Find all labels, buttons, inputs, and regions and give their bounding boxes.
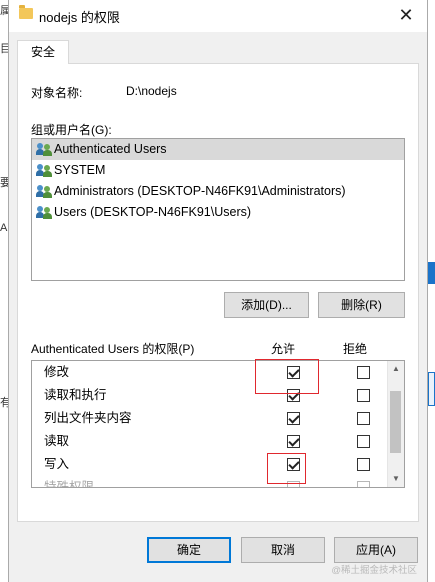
deny-checkbox[interactable] bbox=[357, 389, 370, 402]
deny-checkbox[interactable] bbox=[357, 412, 370, 425]
permission-name: 读取 bbox=[44, 434, 70, 448]
folder-icon bbox=[19, 5, 33, 19]
permissions-label: Authenticated Users 的权限(P) bbox=[31, 342, 195, 356]
group-user-label: 组或用户名(G): bbox=[31, 123, 112, 137]
dialog-title: nodejs 的权限 bbox=[39, 10, 120, 25]
permission-name: 列出文件夹内容 bbox=[44, 411, 132, 425]
user-list[interactable]: Authenticated Users SYSTEM Administrator… bbox=[31, 138, 405, 281]
users-icon bbox=[36, 185, 53, 198]
watermark: @稀土掘金技术社区 bbox=[331, 565, 417, 576]
cancel-button[interactable]: 取消 bbox=[241, 537, 325, 563]
apply-button[interactable]: 应用(A) bbox=[334, 537, 418, 563]
deny-checkbox[interactable] bbox=[357, 435, 370, 448]
list-item-administrators[interactable]: Administrators (DESKTOP-N46FK91\Administ… bbox=[32, 181, 404, 202]
deny-column-header: 拒绝 bbox=[343, 342, 368, 356]
ok-button[interactable]: 确定 bbox=[147, 537, 231, 563]
permission-name: 读取和执行 bbox=[44, 388, 107, 402]
object-name-value: D:\nodejs bbox=[126, 84, 177, 98]
background-window-right bbox=[428, 0, 435, 582]
scroll-up-icon[interactable]: ▲ bbox=[388, 361, 404, 377]
permissions-dialog: nodejs 的权限 ✕ 安全 对象名称: D:\nodejs 组或用户名(G)… bbox=[8, 0, 428, 582]
deny-checkbox[interactable] bbox=[357, 481, 370, 487]
background-selection bbox=[428, 262, 435, 284]
list-item-authenticated-users[interactable]: Authenticated Users bbox=[32, 139, 404, 160]
permissions-scrollbar[interactable]: ▲ ▼ bbox=[387, 361, 404, 487]
permission-name: 特殊权限 bbox=[44, 480, 95, 488]
highlight-box-modify bbox=[255, 359, 319, 394]
object-name-label: 对象名称: bbox=[31, 86, 83, 100]
user-name: Users (DESKTOP-N46FK91\Users) bbox=[54, 205, 252, 219]
highlight-box-write bbox=[267, 453, 306, 484]
scroll-down-icon[interactable]: ▼ bbox=[388, 471, 404, 487]
remove-button[interactable]: 删除(R) bbox=[318, 292, 405, 318]
allow-column-header: 允许 bbox=[271, 342, 296, 356]
permission-row-write: 写入 bbox=[32, 453, 404, 476]
close-icon[interactable]: ✕ bbox=[395, 4, 417, 26]
deny-checkbox[interactable] bbox=[357, 458, 370, 471]
user-name: Administrators (DESKTOP-N46FK91\Administ… bbox=[54, 184, 346, 198]
permission-name: 写入 bbox=[44, 457, 70, 471]
user-name: SYSTEM bbox=[54, 163, 106, 177]
permission-row-modify: 修改 bbox=[32, 361, 404, 384]
users-icon bbox=[36, 206, 53, 219]
add-button[interactable]: 添加(D)... bbox=[224, 292, 309, 318]
permissions-list[interactable]: 修改 读取和执行 列出文件夹内容 读取 写入 特殊权限 ▲ ▼ bbox=[31, 360, 405, 488]
permission-row-special: 特殊权限 bbox=[32, 476, 404, 488]
allow-checkbox[interactable] bbox=[287, 435, 300, 448]
permission-row-list-folder: 列出文件夹内容 bbox=[32, 407, 404, 430]
user-name: Authenticated Users bbox=[54, 142, 167, 156]
allow-checkbox[interactable] bbox=[287, 412, 300, 425]
list-item-users[interactable]: Users (DESKTOP-N46FK91\Users) bbox=[32, 202, 404, 223]
permission-row-read: 读取 bbox=[32, 430, 404, 453]
users-icon bbox=[36, 164, 53, 177]
permission-row-read-execute: 读取和执行 bbox=[32, 384, 404, 407]
deny-checkbox[interactable] bbox=[357, 366, 370, 379]
background-scroll-indicator bbox=[428, 372, 435, 406]
tab-security[interactable]: 安全 bbox=[17, 40, 69, 64]
scroll-thumb[interactable] bbox=[390, 391, 401, 453]
users-icon bbox=[36, 143, 53, 156]
permission-name: 修改 bbox=[44, 365, 70, 379]
title-bar[interactable]: nodejs 的权限 ✕ bbox=[9, 0, 427, 32]
list-item-system[interactable]: SYSTEM bbox=[32, 160, 404, 181]
